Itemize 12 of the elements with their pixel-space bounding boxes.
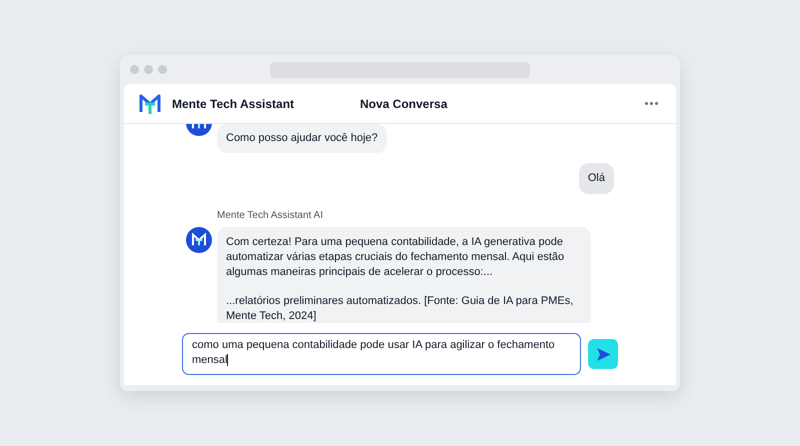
more-icon[interactable]: [645, 102, 658, 105]
app-name: Mente Tech Assistant: [172, 96, 296, 112]
message-input[interactable]: como uma pequena contabilidade pode usar IA para agilizar o fechamento mensal: [182, 333, 581, 375]
assistant-message: Com certeza! Para uma pequena contabilidade, a IA generativa pode automatizar várias etapas cruciais do fechamento mensal. Aqui estão algumas maneiras principais de acelerar o processo:... ...relatórios preliminares automatizados. [Fonte: Guia de IA para PMEs, Mente Tech, 2024]: [217, 226, 591, 323]
send-icon: [594, 346, 612, 362]
conversation-title: Nova Conversa: [360, 96, 448, 112]
user-message: Olá: [578, 163, 614, 194]
sender-name: Mente Tech Assistant AI: [217, 208, 324, 222]
logo-icon: [138, 92, 162, 116]
assistant-message: Como posso ajudar você hoje?: [217, 124, 387, 153]
send-button[interactable]: [588, 339, 618, 369]
assistant-avatar: [186, 226, 212, 252]
